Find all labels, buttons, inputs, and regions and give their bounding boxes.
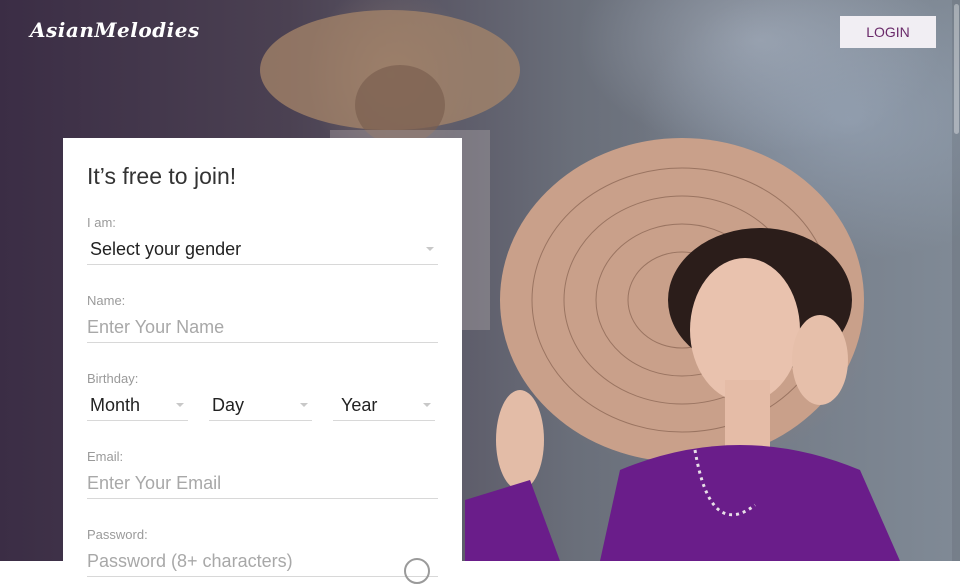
chevron-down-icon — [423, 403, 431, 407]
email-label: Email: — [87, 449, 124, 464]
birthday-label: Birthday: — [87, 371, 139, 386]
signup-card: It’s free to join! I am: Select your gen… — [63, 138, 462, 584]
name-input-row — [87, 312, 438, 343]
gender-field: I am: Select your gender — [87, 215, 438, 265]
gender-select[interactable]: Select your gender — [87, 234, 438, 265]
email-input-row — [87, 468, 438, 499]
birthday-year-select[interactable]: Year — [333, 390, 435, 421]
birthday-month-select[interactable]: Month — [87, 390, 188, 421]
login-button[interactable]: LOGIN — [840, 16, 936, 48]
page-scrollbar[interactable] — [952, 0, 960, 561]
name-label: Name: — [87, 293, 126, 308]
password-input[interactable] — [87, 550, 438, 572]
site-logo[interactable]: AsianMelodies — [30, 18, 200, 42]
password-label: Password: — [87, 527, 148, 542]
show-password-eye-icon[interactable] — [404, 558, 430, 584]
email-field: Email: — [87, 449, 438, 499]
birthday-field: Birthday: Month Day Year — [87, 371, 438, 421]
birthday-day-select[interactable]: Day — [209, 390, 312, 421]
chevron-down-icon — [176, 403, 184, 407]
day-select-value: Day — [212, 394, 245, 415]
chevron-down-icon — [426, 247, 434, 251]
gender-select-value: Select your gender — [90, 238, 242, 259]
year-select-value: Year — [341, 394, 378, 415]
password-field: Password: — [87, 527, 438, 584]
scrollbar-thumb[interactable] — [954, 4, 959, 134]
email-input[interactable] — [87, 472, 438, 494]
password-input-row — [87, 546, 438, 584]
gender-label: I am: — [87, 215, 116, 230]
chevron-down-icon — [300, 403, 308, 407]
name-input[interactable] — [87, 316, 438, 338]
signup-title: It’s free to join! — [87, 163, 237, 189]
month-select-value: Month — [90, 394, 141, 415]
name-field: Name: — [87, 293, 438, 343]
